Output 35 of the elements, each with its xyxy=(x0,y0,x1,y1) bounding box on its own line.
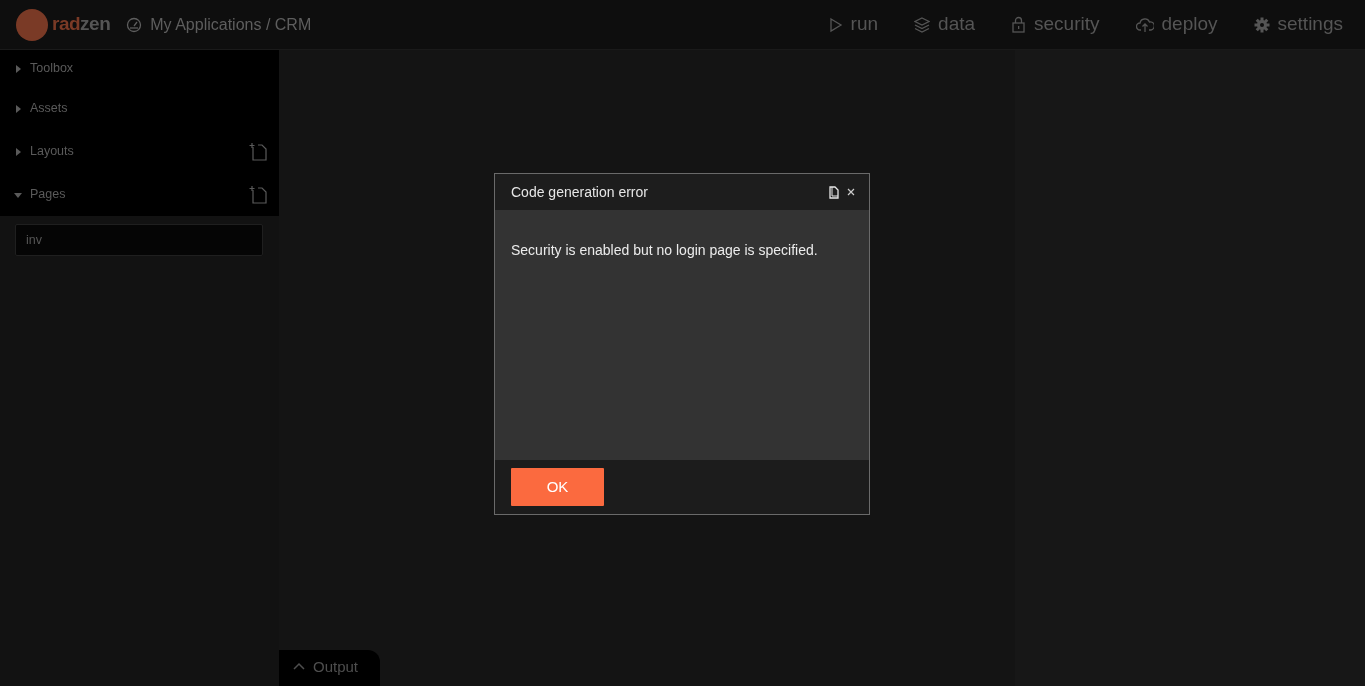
section-label: Layouts xyxy=(30,143,74,161)
gauge-icon xyxy=(126,16,143,33)
add-file-icon[interactable] xyxy=(249,142,267,161)
caret-icon xyxy=(14,104,22,113)
settings-nav-button[interactable]: settings xyxy=(1247,10,1349,39)
lock-icon xyxy=(1011,16,1027,33)
sidebar-section-header[interactable]: Pages xyxy=(0,173,279,216)
logo-mark xyxy=(16,8,48,41)
sidebar-section-header[interactable]: Assets xyxy=(0,87,279,130)
data-nav-button[interactable]: data xyxy=(908,10,982,39)
copy-icon[interactable] xyxy=(829,185,839,199)
dialog-title: Code generation error xyxy=(511,182,648,202)
sidebar-section-header[interactable]: Toolbox xyxy=(0,50,279,87)
caret-icon xyxy=(14,64,22,73)
logo-text: radzen xyxy=(52,12,111,37)
close-icon[interactable] xyxy=(847,188,855,196)
ok-button[interactable]: OK xyxy=(511,468,604,506)
sidebar-section-header[interactable]: Layouts xyxy=(0,130,279,173)
play-icon xyxy=(828,16,843,33)
section-label: Assets xyxy=(30,100,68,118)
settings-icon xyxy=(1253,16,1270,33)
layers-icon xyxy=(914,16,931,33)
deploy-nav-button[interactable]: deploy xyxy=(1129,10,1224,39)
cloud-upload-icon xyxy=(1135,16,1154,33)
breadcrumb[interactable]: My Applications / CRM xyxy=(150,12,312,37)
error-message: Security is enabled but no login page is specified. xyxy=(511,241,819,260)
section-label: Pages xyxy=(30,186,66,204)
run-nav-button[interactable]: run xyxy=(822,10,885,39)
output-tab[interactable]: Output xyxy=(279,649,381,686)
add-file-icon[interactable] xyxy=(249,185,267,204)
page-item[interactable]: inv xyxy=(15,224,263,256)
caret-icon xyxy=(14,190,22,199)
caret-icon xyxy=(14,147,22,156)
security-nav-button[interactable]: security xyxy=(1005,10,1106,39)
section-label: Toolbox xyxy=(30,60,74,78)
